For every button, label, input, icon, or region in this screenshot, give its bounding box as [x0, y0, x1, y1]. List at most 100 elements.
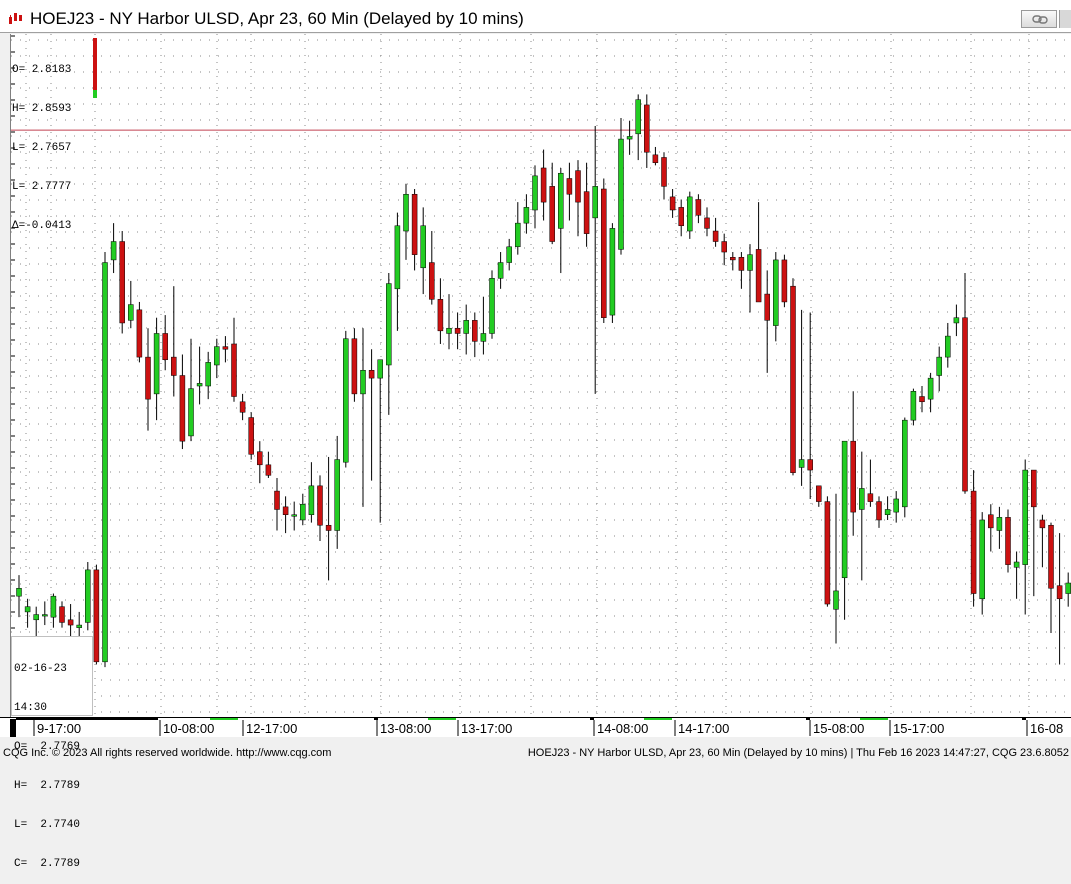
candle-body	[730, 257, 736, 261]
x-tick-label: 15-17:00	[893, 721, 944, 736]
ohlc-summary: O= 2.8183 H= 2.8593 L= 2.7657 L= 2.7777 …	[12, 38, 71, 246]
candle-body	[325, 524, 332, 531]
candle-body	[231, 343, 237, 397]
cqg-chart-icon	[9, 13, 22, 24]
candle-body	[781, 259, 788, 303]
candle-body	[936, 356, 942, 376]
candle-body	[884, 509, 891, 515]
candle-body	[351, 338, 358, 395]
candle-body	[532, 175, 538, 211]
candle-body	[798, 459, 805, 468]
candle-body	[308, 485, 315, 515]
x-tick-label: 13-17:00	[461, 721, 512, 736]
candle-body	[179, 375, 186, 442]
ohlc-last: L= 2.7777	[12, 181, 72, 193]
candle-body	[463, 320, 469, 334]
candle-body	[119, 241, 125, 324]
candle-body	[300, 503, 306, 521]
candle-body	[704, 217, 710, 229]
candle-body	[394, 225, 401, 290]
candle-body	[472, 320, 478, 342]
title-scroll-edge[interactable]	[1059, 10, 1071, 28]
candle-body	[807, 459, 813, 471]
candle-body	[50, 595, 57, 618]
candle-body	[437, 299, 444, 332]
candle-body	[644, 104, 650, 153]
candle-body	[274, 490, 280, 510]
candle-body	[988, 514, 994, 529]
candle-body	[515, 222, 521, 248]
candle-body	[446, 327, 452, 334]
candle-body	[110, 241, 117, 261]
candle-body	[970, 490, 977, 594]
x-tick-label: 10-08:00	[163, 721, 214, 736]
time-axis[interactable]: 9-17:00 10-08:00 12-17:00 13-08:00 13-17:00 1…	[0, 717, 1071, 737]
candle-body	[902, 419, 908, 508]
candle-body	[678, 207, 684, 227]
candle-body	[1065, 582, 1071, 594]
candle-body	[239, 401, 246, 413]
candle-body	[128, 304, 134, 321]
candle-body	[282, 506, 289, 515]
candle-body	[257, 451, 263, 466]
candle-body	[85, 569, 91, 623]
candle-body	[661, 157, 667, 187]
candle-body	[265, 464, 272, 476]
candle-body	[687, 196, 693, 232]
candle-body	[790, 285, 796, 473]
candle-body	[454, 327, 461, 334]
chart-plot-area[interactable]	[10, 34, 1071, 717]
x-tick-label: 13-08:00	[380, 721, 431, 736]
candle-body	[377, 359, 383, 379]
candle-body	[996, 517, 1003, 531]
candle-body	[153, 333, 160, 395]
candle-body	[824, 501, 831, 605]
candle-body	[695, 199, 702, 216]
link-button[interactable]	[1021, 10, 1057, 28]
x-tick-label: 12-17:00	[246, 721, 297, 736]
candle-body	[42, 614, 48, 617]
copyright-text: CQG Inc. © 2023 All rights reserved worl…	[3, 747, 332, 759]
candle-body	[386, 283, 392, 366]
candle-body	[575, 170, 581, 203]
candle-body	[16, 588, 22, 597]
candle-body	[747, 254, 753, 271]
candle-body	[601, 188, 607, 318]
candle-body	[93, 569, 100, 663]
candlestick-chart[interactable]	[11, 34, 1071, 717]
candle-body	[859, 488, 865, 510]
candle-body	[171, 356, 177, 376]
candle-body	[429, 262, 435, 300]
ohlc-open: O= 2.8183	[12, 64, 72, 76]
candle-body	[248, 417, 254, 455]
candle-body	[979, 519, 985, 600]
candle-body	[540, 167, 547, 203]
candle-body	[1005, 517, 1011, 565]
cursor-close: C= 2.7789	[14, 858, 81, 870]
candle-body	[222, 346, 229, 350]
candle-body	[549, 186, 555, 242]
candle-body	[162, 333, 168, 360]
candle-body	[33, 614, 39, 621]
ohlc-change: Δ=-0.0413	[12, 220, 72, 232]
candle-body	[618, 138, 624, 250]
candle-body	[214, 346, 220, 366]
x-tick-label: 14-17:00	[678, 721, 729, 736]
ohlc-high: H= 2.8593	[12, 103, 72, 115]
candle-body	[76, 624, 82, 628]
candle-body	[59, 606, 65, 623]
candle-body	[592, 186, 598, 219]
candle-body	[841, 440, 848, 579]
candle-body	[721, 241, 727, 253]
candle-body	[962, 317, 968, 492]
window-title-bar: HOEJ23 - NY Harbor ULSD, Apr 23, 60 Min …	[0, 0, 1071, 33]
x-tick-label: 14-08:00	[597, 721, 648, 736]
candle-body	[368, 369, 375, 379]
candle-body	[816, 485, 822, 502]
x-tick-label: 15-08:00	[813, 721, 864, 736]
candle-body	[712, 230, 719, 242]
candle-body	[609, 228, 616, 316]
chain-link-icon	[1032, 15, 1048, 24]
candle-body	[669, 196, 676, 211]
candle-body	[626, 136, 633, 140]
